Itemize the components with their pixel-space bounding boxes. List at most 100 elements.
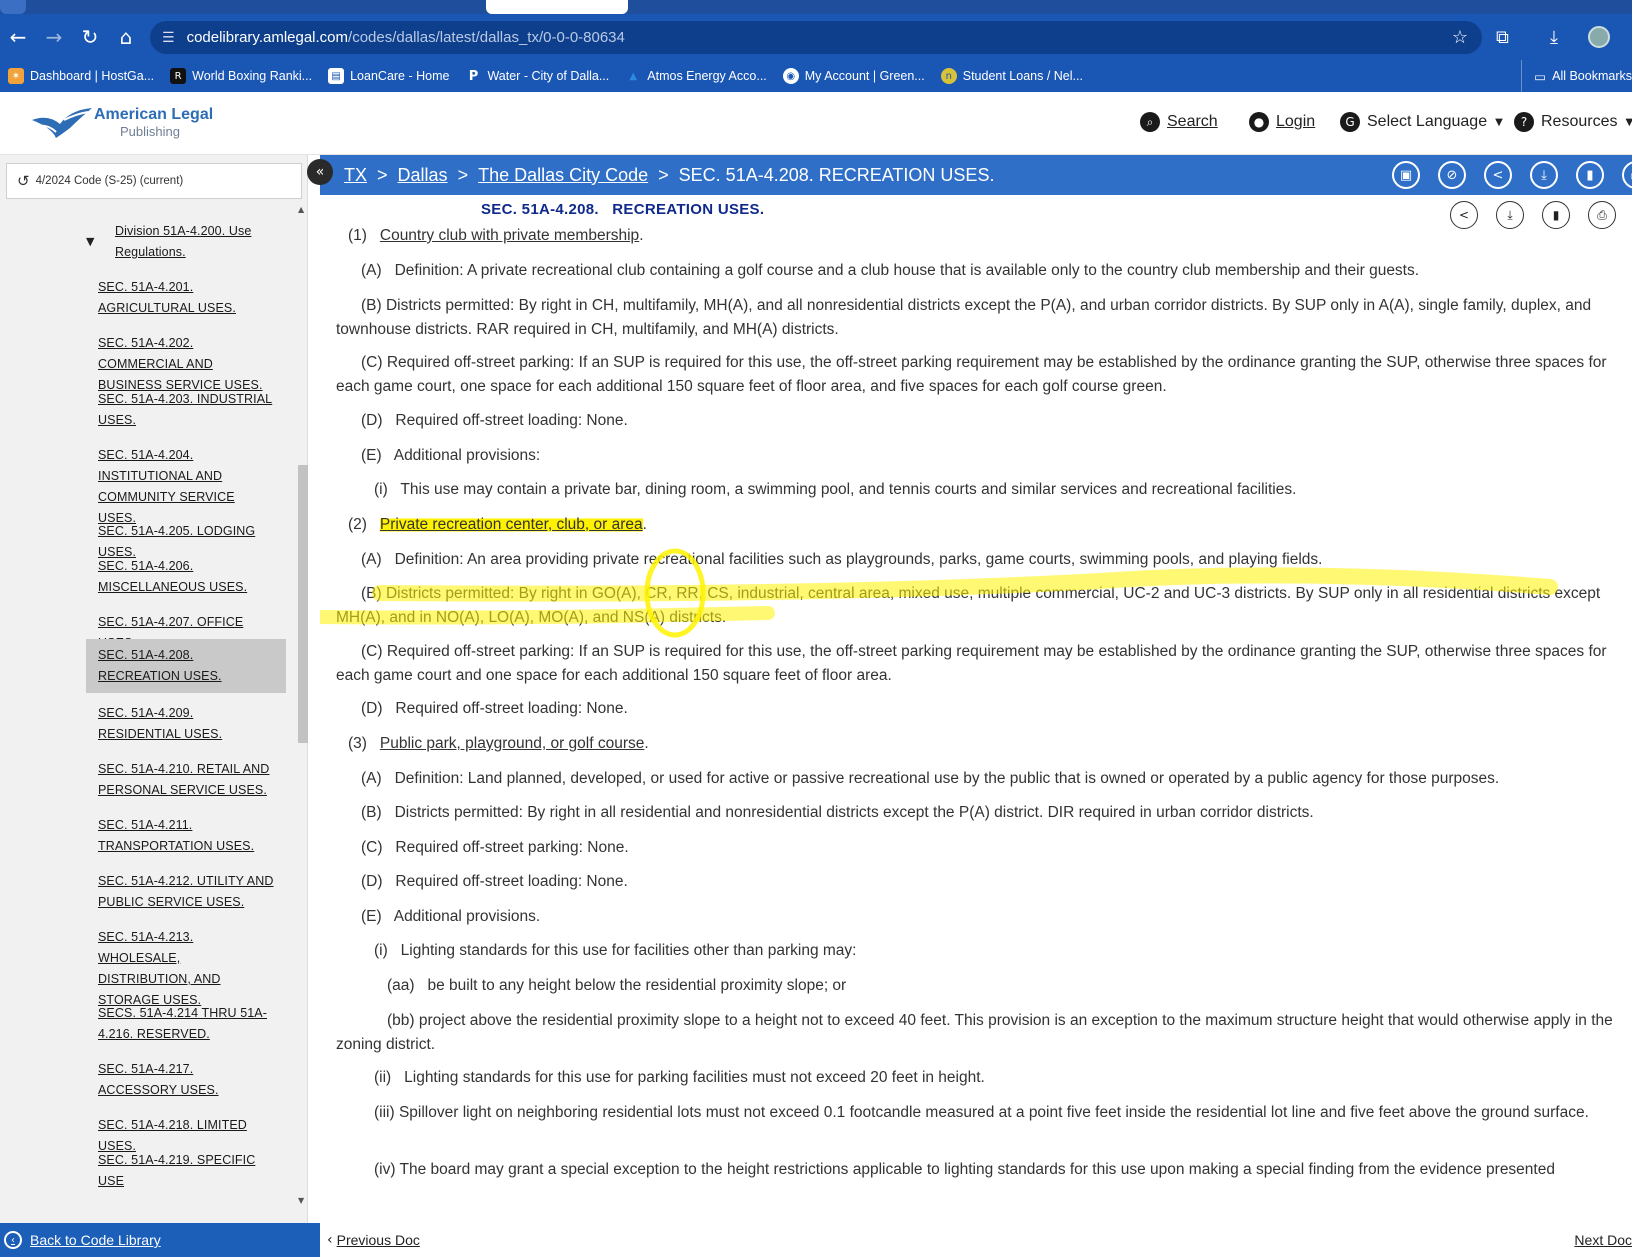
bookmarks-bar: ✶ Dashboard | HostGa... R World Boxing Ran… (0, 60, 1632, 92)
url-path: /codes/dallas/latest/dallas_tx/0-0-0-806… (348, 29, 625, 46)
paragraph: (C) Required off-street parking: If an S… (336, 354, 1607, 395)
resources-menu[interactable]: ? Resources ▼ (1514, 112, 1632, 132)
toc-item[interactable]: SEC. 51A-4.217. ACCESSORY USES. (86, 1059, 286, 1101)
heading-link[interactable]: Country club with private membership (380, 227, 639, 244)
site-info-icon[interactable]: ☰ (162, 30, 175, 46)
paragraph-heading: (2) Private recreation center, club, or … (348, 516, 647, 533)
bookmark-icon[interactable]: ▮ (1576, 161, 1604, 189)
breadcrumb-toolbar: ▣ ⊘ < ⤓ ▮ ⎙ (1392, 161, 1632, 189)
toc-item[interactable]: SEC. 51A-4.203. INDUSTRIAL USES. (86, 389, 286, 431)
paragraph-heading: (1) Country club with private membership… (348, 227, 644, 244)
previous-doc-link[interactable]: ‹ Previous Doc (327, 1223, 420, 1257)
toc-item[interactable]: SEC. 51A-4.211. TRANSPORTATION USES. (86, 815, 286, 857)
version-select[interactable]: ↺ 4/2024 Code (S-25) (current) (6, 163, 302, 199)
paragraph: (C) Required off-street parking: If an S… (336, 643, 1607, 684)
home-icon[interactable]: ⌂ (108, 19, 144, 55)
profile-avatar[interactable] (1588, 14, 1610, 60)
boxing-icon: R (170, 68, 187, 84)
notification-off-icon[interactable]: ⊘ (1438, 161, 1466, 189)
eagle-logo-icon (32, 108, 92, 138)
breadcrumb-separator: > (457, 164, 469, 185)
paragraph: (D) Required off-street loading: None. (361, 412, 628, 429)
bookmark-item[interactable]: n Student Loans / Nel... (940, 68, 1083, 84)
toc-item[interactable]: SEC. 51A-4.212. UTILITY AND PUBLIC SERVI… (86, 871, 286, 913)
toc-item[interactable]: SEC. 51A-4.219. SPECIFIC USE (86, 1150, 286, 1192)
paragraph: (D) Required off-street loading: None. (361, 873, 628, 890)
breadcrumb-dallas[interactable]: Dallas (398, 165, 448, 186)
share-icon[interactable]: < (1484, 161, 1512, 189)
scroll-up-arrow-icon[interactable]: ▲ (298, 205, 304, 214)
paragraph: (ii) Lighting standards for this use for… (374, 1069, 985, 1086)
toc-item[interactable]: SEC. 51A-4.213. WHOLESALE, DISTRIBUTION,… (86, 927, 286, 1011)
browser-tab[interactable] (0, 0, 26, 14)
paragraph: (bb) project above the residential proxi… (336, 1012, 1613, 1053)
login-link[interactable]: ● Login (1249, 112, 1315, 132)
folder-icon: ▭ (1534, 68, 1547, 84)
bookmark-item[interactable]: ▲ Atmos Energy Acco... (625, 68, 766, 84)
heading-link[interactable]: Private recreation center, club, or area (379, 516, 643, 533)
paragraph: (D) Required off-street loading: None. (361, 700, 628, 717)
paragraph: (i) This use may contain a private bar, … (374, 481, 1297, 498)
breadcrumb-code[interactable]: The Dallas City Code (478, 165, 648, 186)
paragraph: (E) Additional provisions. (361, 908, 541, 925)
expand-triangle-icon[interactable]: ▼ (86, 235, 94, 248)
back-arrow-icon[interactable]: ← (0, 19, 36, 55)
back-to-library-link[interactable]: ‹ Back to Code Library (0, 1223, 320, 1257)
user-icon: ● (1249, 112, 1269, 132)
toc-item[interactable]: SEC. 51A-4.202. COMMERCIAL AND BUSINESS … (86, 333, 286, 396)
nelnet-icon: n (940, 68, 957, 84)
sidebar-scrollbar[interactable] (298, 465, 308, 743)
language-select[interactable]: G Select Language ▼ (1340, 112, 1503, 132)
bookmark-star-icon[interactable]: ☆ (1452, 27, 1468, 48)
compare-icon[interactable]: ▣ (1392, 161, 1420, 189)
heading-link[interactable]: Public park, playground, or golf course (380, 735, 645, 752)
paragraph: (C) Required off-street parking: None. (361, 839, 629, 856)
logo-subtitle: Publishing (120, 124, 180, 139)
breadcrumb-separator: > (658, 164, 669, 185)
browser-tab-active[interactable] (486, 0, 628, 14)
forward-arrow-icon[interactable]: → (36, 19, 72, 55)
bookmark-item[interactable]: ✶ Dashboard | HostGa... (8, 68, 154, 84)
toc-item[interactable]: SEC. 51A-4.210. RETAIL AND PERSONAL SERV… (86, 759, 286, 801)
american-legal-logo[interactable]: American Legal Publishing (30, 106, 213, 140)
toc-item[interactable]: SEC. 51A-4.201. AGRICULTURAL USES. (86, 277, 286, 319)
paragraph: (E) Additional provisions: (361, 447, 541, 464)
globe-icon: ◉ (782, 68, 799, 84)
paragraph: (iv) The board may grant a special excep… (374, 1161, 1555, 1178)
bookmark-item[interactable]: P Water - City of Dalla... (465, 68, 610, 84)
toc-item[interactable]: SEC. 51A-4.204. INSTITUTIONAL AND COMMUN… (86, 445, 286, 529)
scroll-down-arrow-icon[interactable]: ▼ (298, 1196, 304, 1205)
print-icon[interactable]: ⎙ (1622, 161, 1632, 189)
search-link[interactable]: ⌕ Search (1140, 112, 1218, 132)
bookmark-item[interactable]: R World Boxing Ranki... (170, 68, 312, 84)
next-doc-link[interactable]: Next Doc (1574, 1223, 1632, 1257)
paragraph: (i) Lighting standards for this use for … (374, 942, 857, 959)
bookmark-item[interactable]: ◉ My Account | Green... (782, 68, 925, 84)
toc-division[interactable]: Division 51A-4.200. Use Regulations. (103, 221, 283, 263)
paragraph: (A) Definition: An area providing privat… (361, 551, 1323, 568)
toc-list: ▼ Division 51A-4.200. Use Regulations. S… (0, 221, 298, 1223)
browser-tab-strip (0, 0, 1632, 14)
bookmark-item[interactable]: ▤ LoanCare - Home (328, 68, 449, 84)
toc-item[interactable]: SEC. 51A-4.209. RESIDENTIAL USES. (86, 703, 286, 745)
bottom-bar: ‹ Back to Code Library ‹ Previous Doc Next… (0, 1223, 1632, 1257)
chevron-left-icon: ‹ (327, 1232, 333, 1248)
download-icon[interactable]: ⤓ (1530, 161, 1558, 189)
reload-icon[interactable]: ↻ (72, 19, 108, 55)
toc-item[interactable]: SECS. 51A-4.214 THRU 51A-4.216. RESERVED… (86, 1003, 286, 1045)
extensions-icon[interactable]: ⧉ (1496, 14, 1509, 60)
breadcrumb-tx[interactable]: TX (344, 165, 367, 186)
paragraph: (iii) Spillover light on neighboring res… (374, 1104, 1589, 1121)
download-icon[interactable]: ⤓ (1550, 14, 1558, 60)
browser-toolbar: ← → ↻ ⌂ ☰ codelibrary.amlegal.com/codes/… (0, 14, 1632, 60)
toc-item-active[interactable]: SEC. 51A-4.208. RECREATION USES. (86, 639, 286, 693)
address-bar[interactable]: ☰ codelibrary.amlegal.com/codes/dallas/l… (150, 21, 1482, 54)
collapse-sidebar-icon[interactable]: « (307, 159, 333, 185)
chevron-down-icon: ▼ (1625, 116, 1632, 128)
toc-item[interactable]: SEC. 51A-4.206. MISCELLANEOUS USES. (86, 556, 286, 598)
paragraph-highlighted: (B) Districts permitted: By right in GO(… (336, 585, 1601, 626)
logo-title: American Legal (94, 106, 214, 123)
paragraph: (aa) be built to any height below the re… (387, 977, 847, 994)
back-circle-icon: ‹ (4, 1231, 22, 1249)
all-bookmarks[interactable]: ▭ All Bookmarks (1521, 60, 1632, 92)
